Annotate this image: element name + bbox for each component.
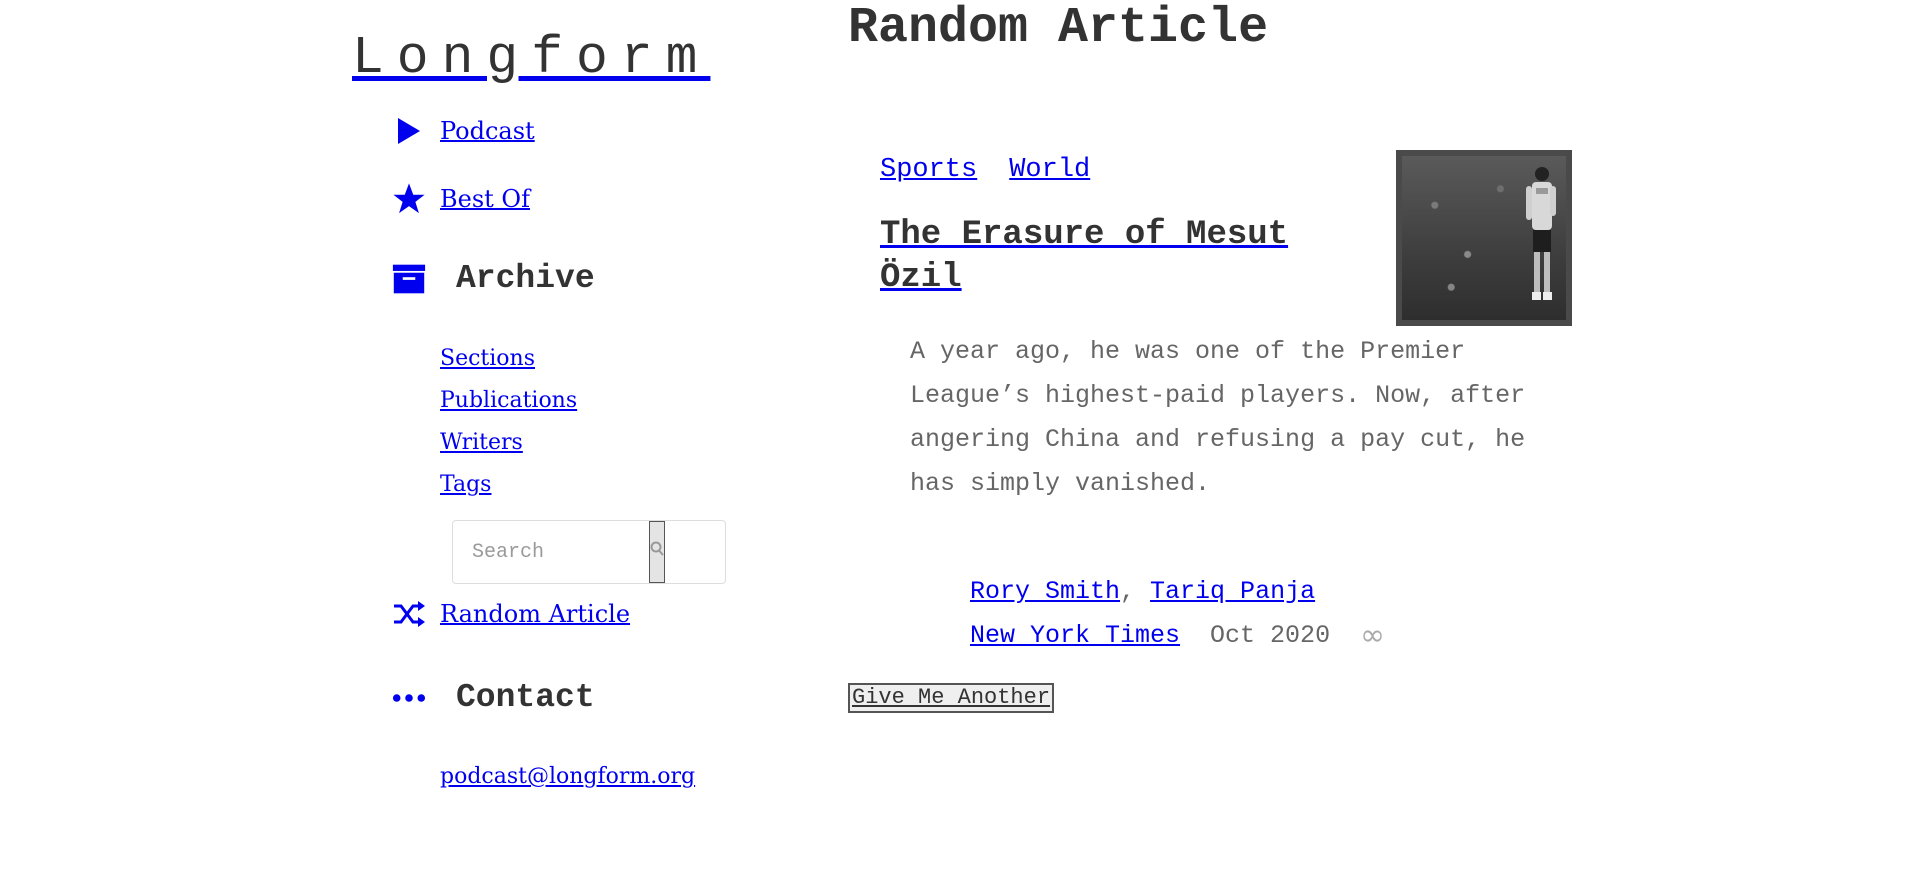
archive-box-icon bbox=[392, 262, 426, 296]
sidebar: Longform Podcast Best Of Archive Section… bbox=[352, 0, 732, 877]
podcast-link[interactable]: Podcast bbox=[440, 117, 535, 145]
thumbnail-photo bbox=[1402, 156, 1566, 320]
best-of-link[interactable]: Best Of bbox=[440, 185, 530, 213]
give-me-another-button[interactable]: Give Me Another bbox=[848, 683, 1055, 713]
magnifier-icon bbox=[650, 540, 664, 561]
author-link[interactable]: Rory Smith bbox=[970, 577, 1120, 606]
nav-podcast[interactable]: Podcast bbox=[392, 114, 535, 148]
main-content: Random Article Sports World The Erasure o… bbox=[848, 0, 1608, 877]
archive-heading: Archive bbox=[456, 260, 595, 297]
tag-link[interactable]: World bbox=[1009, 155, 1090, 185]
permalink-infinity-icon[interactable]: ∞ bbox=[1360, 614, 1385, 658]
article-summary: A year ago, he was one of the Premier Le… bbox=[910, 337, 1526, 498]
article-card: Sports World The Erasure of Mesut Özil A… bbox=[848, 130, 1608, 653]
nav-random-article[interactable]: Random Article bbox=[392, 597, 630, 631]
shuffle-icon bbox=[392, 597, 426, 631]
nav-contact: Contact bbox=[392, 679, 595, 716]
tag-link[interactable]: Sports bbox=[880, 155, 977, 185]
contact-heading: Contact bbox=[456, 679, 595, 716]
sections-link[interactable]: Sections bbox=[440, 346, 535, 371]
author-separator: , bbox=[1120, 577, 1151, 606]
article-tags: Sports World bbox=[880, 155, 1122, 185]
publications-link[interactable]: Publications bbox=[440, 388, 577, 413]
writers-link[interactable]: Writers bbox=[440, 430, 523, 455]
search-button[interactable] bbox=[649, 521, 665, 583]
star-icon bbox=[392, 182, 426, 216]
play-icon bbox=[392, 114, 426, 148]
random-article-link[interactable]: Random Article bbox=[440, 600, 630, 628]
article-byline: Rory Smith, Tariq Panja bbox=[970, 570, 1315, 614]
article-publication-line: New York Times Oct 2020 ∞ bbox=[970, 614, 1385, 658]
ellipsis-icon bbox=[392, 681, 426, 715]
nav-archive: Archive bbox=[392, 260, 595, 297]
author-link[interactable]: Tariq Panja bbox=[1150, 577, 1315, 606]
page-title: Random Article bbox=[848, 0, 1269, 57]
site-logo[interactable]: Longform bbox=[352, 28, 710, 88]
contact-email-link[interactable]: podcast@longform.org bbox=[440, 764, 695, 789]
article-thumbnail[interactable] bbox=[1396, 150, 1572, 326]
player-figure-image bbox=[1526, 167, 1556, 300]
search-form bbox=[452, 520, 726, 584]
article-title: The Erasure of Mesut Özil bbox=[880, 216, 1289, 297]
nav-best-of[interactable]: Best Of bbox=[392, 182, 530, 216]
publication-link[interactable]: New York Times bbox=[970, 614, 1180, 658]
publication-date: Oct 2020 bbox=[1210, 621, 1331, 650]
search-input[interactable] bbox=[454, 522, 648, 582]
tags-link[interactable]: Tags bbox=[440, 472, 491, 497]
